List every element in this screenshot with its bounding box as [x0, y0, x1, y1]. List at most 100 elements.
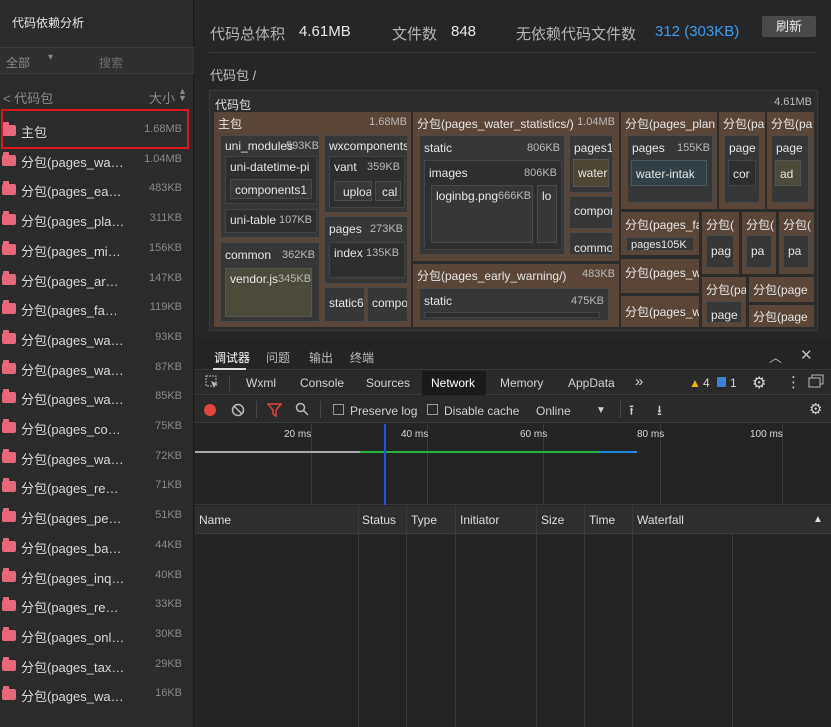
- list-item[interactable]: 分包(pages_consu... 75KB: [0, 412, 190, 441]
- size-sort-header[interactable]: 大小: [149, 88, 175, 107]
- treemap-water-intake[interactable]: water-intak: [631, 160, 707, 186]
- treemap-wa[interactable]: 分包(pages_w: [621, 259, 699, 293]
- list-item[interactable]: 分包(pages_water... 93KB: [0, 323, 190, 352]
- list-item[interactable]: 分包(pages_min... 156KB: [0, 234, 190, 263]
- record-icon[interactable]: [204, 404, 216, 416]
- throttling-select[interactable]: Online: [536, 404, 571, 418]
- filter-icon[interactable]: [266, 403, 283, 420]
- refresh-button[interactable]: 刷新: [762, 16, 816, 37]
- treemap-sub-pa-1-cor[interactable]: cor: [728, 160, 756, 186]
- nodep-value-link[interactable]: 312 (303KB): [655, 23, 739, 40]
- list-item[interactable]: 分包(pages_wat... 1.04MB: [0, 145, 190, 174]
- treemap-sub-pa-1-pages[interactable]: page cor: [724, 135, 760, 203]
- treemap-uni-modules[interactable]: uni_modules 593KB uni-datetime-pi compon…: [220, 135, 320, 238]
- treemap-early-warning[interactable]: 分包(pages_early_warning/) 483KB static 47…: [413, 264, 619, 327]
- treemap-small-a[interactable]: 分包( pag: [702, 212, 739, 274]
- treemap-small-f[interactable]: 分包(page: [749, 305, 814, 327]
- message-icon[interactable]: [717, 377, 726, 387]
- treemap-plan-pages[interactable]: pages 155KB water-intak: [627, 135, 713, 203]
- search-icon[interactable]: [295, 402, 309, 419]
- list-item[interactable]: 分包(pages_baro... 44KB: [0, 531, 190, 560]
- tab-network[interactable]: Network: [431, 376, 475, 390]
- column-status[interactable]: Status: [362, 513, 396, 527]
- treemap-lo[interactable]: lo: [537, 185, 557, 243]
- treemap-ws-components[interactable]: compor: [569, 196, 613, 229]
- treemap-pages[interactable]: pages 273KB index 135KB: [324, 216, 408, 284]
- treemap-ws-common[interactable]: commo: [569, 232, 613, 255]
- list-item[interactable]: 分包(pages_water... 85KB: [0, 382, 190, 411]
- treemap-ws-images[interactable]: images 806KB loginbg.png 666KB lo: [424, 160, 562, 250]
- list-item[interactable]: 分包(pages_water... 87KB: [0, 353, 190, 382]
- collapse-chevron-icon[interactable]: ︿: [769, 347, 782, 366]
- treemap-small-a-pag[interactable]: pag: [706, 235, 734, 268]
- treemap-small-d[interactable]: 分包(pa page: [702, 277, 746, 327]
- sort-icon[interactable]: ▲ ▼: [178, 87, 187, 103]
- chevron-down-icon[interactable]: ▼: [596, 405, 606, 416]
- treemap-wa-2[interactable]: 分包(pages_w: [621, 296, 699, 327]
- treemap-sub-pa-2[interactable]: 分包(pa page ad: [767, 112, 814, 209]
- export-har-icon[interactable]: ⭳: [657, 400, 662, 424]
- treemap-static[interactable]: static6: [324, 287, 365, 322]
- list-item[interactable]: 分包(pages_regist... 33KB: [0, 590, 190, 619]
- search-input[interactable]: 搜索: [99, 54, 123, 71]
- treemap-small-d-page[interactable]: page: [706, 301, 742, 323]
- close-icon[interactable]: ✕: [800, 346, 813, 364]
- message-count[interactable]: 1: [730, 376, 737, 390]
- treemap-sub-pa-2-page[interactable]: page ad: [771, 135, 809, 203]
- treemap-wxcomponents[interactable]: wxcomponents vant 359KB uploa cal: [324, 135, 408, 213]
- gear-icon[interactable]: ⚙: [752, 373, 766, 393]
- column-waterfall[interactable]: Waterfall: [637, 513, 684, 527]
- tab-console[interactable]: Console: [300, 376, 344, 390]
- column-type[interactable]: Type: [411, 513, 437, 527]
- treemap-ws-pages[interactable]: pages13 water: [569, 135, 613, 193]
- treemap-small-e[interactable]: 分包(page: [749, 277, 814, 302]
- back-link[interactable]: < 代码包: [3, 88, 53, 107]
- treemap-sub-pa-2-ad[interactable]: ad: [775, 160, 801, 186]
- import-har-icon[interactable]: ⭱: [629, 400, 634, 424]
- undock-icon[interactable]: [808, 374, 824, 391]
- warning-icon[interactable]: ▲: [689, 376, 701, 390]
- list-item[interactable]: 分包(pages_water... 72KB: [0, 442, 190, 471]
- list-item[interactable]: 分包(pages_early... 483KB: [0, 174, 190, 203]
- inspect-icon[interactable]: [205, 375, 219, 392]
- warning-count[interactable]: 4: [703, 376, 710, 390]
- filter-select[interactable]: 全部: [6, 54, 30, 71]
- column-name[interactable]: Name: [199, 513, 231, 527]
- list-item[interactable]: 分包(pages_taxes... 29KB: [0, 650, 190, 679]
- more-tabs-icon[interactable]: »: [635, 373, 643, 390]
- list-item[interactable]: 分包(pages_inquir... 40KB: [0, 561, 190, 590]
- treemap-uni-table[interactable]: uni-table 107KB: [225, 209, 317, 233]
- treemap-upload[interactable]: uploa: [334, 181, 372, 201]
- column-time[interactable]: Time: [589, 513, 615, 527]
- treemap-ew-static[interactable]: static 475KB: [419, 288, 609, 321]
- treemap-cal[interactable]: cal: [375, 181, 401, 201]
- column-initiator[interactable]: Initiator: [460, 513, 499, 527]
- disable-cache-checkbox[interactable]: [427, 404, 438, 415]
- clear-icon[interactable]: [231, 403, 245, 420]
- tab-memory[interactable]: Memory: [500, 376, 543, 390]
- treemap-sub-pa-1[interactable]: 分包(pa page cor: [719, 112, 765, 209]
- treemap-small-c-pa[interactable]: pa: [783, 235, 809, 268]
- kebab-menu-icon[interactable]: ⋮: [786, 373, 801, 391]
- treemap-loginbg[interactable]: loginbg.png 666KB: [431, 185, 533, 243]
- list-item[interactable]: 分包(pages_water... 16KB: [0, 679, 190, 708]
- tab-terminal[interactable]: 终端: [350, 349, 374, 366]
- preserve-log-checkbox[interactable]: [333, 404, 344, 415]
- treemap-common[interactable]: common 362KB vendor.js 345KB: [220, 242, 320, 322]
- treemap-main-package[interactable]: 主包 1.68MB uni_modules 593KB uni-datetime…: [214, 112, 411, 327]
- treemap-vant[interactable]: vant 359KB uploa cal: [329, 156, 405, 208]
- tab-sources[interactable]: Sources: [366, 376, 410, 390]
- treemap-fa-pages[interactable]: pages105K: [626, 237, 694, 251]
- sort-icon[interactable]: ▲: [813, 514, 823, 525]
- treemap-ws-water[interactable]: water: [573, 159, 609, 187]
- treemap-components-main[interactable]: compo: [367, 287, 408, 322]
- treemap-small-b[interactable]: 分包( pa: [742, 212, 776, 274]
- tab-issues[interactable]: 问题: [266, 349, 290, 366]
- tab-output[interactable]: 输出: [309, 349, 333, 366]
- treemap-components[interactable]: components1: [230, 179, 312, 199]
- gear-icon[interactable]: ⚙: [809, 400, 822, 418]
- treemap-uni-datetime[interactable]: uni-datetime-pi components1: [225, 156, 317, 204]
- list-item[interactable]: 分包(pages_recor... 71KB: [0, 471, 190, 500]
- tab-wxml[interactable]: Wxml: [246, 376, 276, 390]
- list-item[interactable]: 分包(pages_plan/) 311KB: [0, 204, 190, 233]
